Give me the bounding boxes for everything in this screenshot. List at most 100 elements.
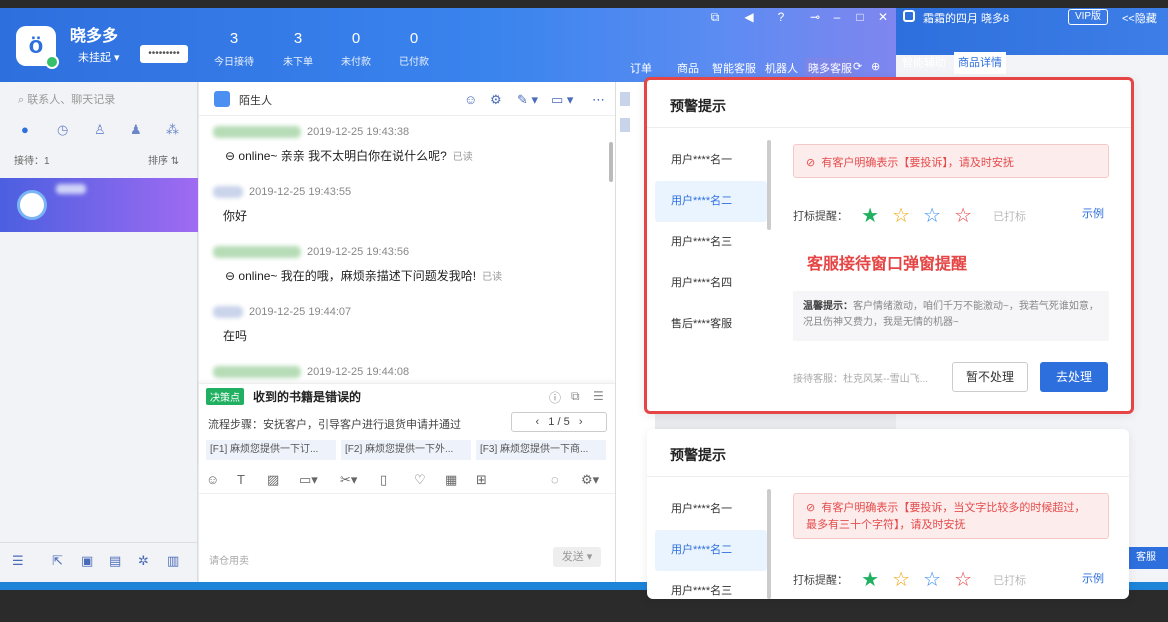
tab-smart-assist[interactable]: 智能辅助 [898, 52, 950, 74]
edit-icon[interactable]: ✎ ▾ [517, 92, 538, 108]
user-item[interactable]: 用户****名一 [655, 489, 767, 530]
list-icon[interactable]: ☰ [593, 389, 604, 403]
message-text: 你好 [223, 209, 248, 223]
copy-icon[interactable]: ⧉ [571, 389, 580, 404]
quick-reply-f2[interactable]: [F2] 麻烦您提供一下外... [341, 440, 471, 460]
chat-scrollbar[interactable] [609, 142, 613, 182]
ignore-button[interactable]: 暂不处理 [952, 362, 1028, 392]
tab-product-detail[interactable]: 商品详情 [954, 52, 1006, 74]
nav-xiaoduo-cs[interactable]: 晓多客服 [805, 58, 855, 78]
group-icon[interactable]: ♟ [130, 122, 142, 138]
scissors-icon[interactable]: ✂▾ [340, 472, 357, 488]
settings-icon[interactable]: ⚙▾ [581, 472, 599, 488]
chat-bubble-icon[interactable]: ● [21, 122, 29, 137]
star-blue-icon[interactable]: ☆ [923, 205, 941, 227]
export-icon[interactable]: ⇱ [52, 553, 63, 569]
save-icon[interactable]: ▣ [81, 553, 93, 569]
example-link[interactable]: 示例 [1082, 205, 1104, 221]
minimize-icon[interactable]: – [828, 10, 846, 24]
user-settings-icon[interactable]: ⚙ [490, 92, 502, 108]
user-item[interactable]: 用户****名四 [655, 263, 767, 304]
org-icon[interactable]: ⁂ [166, 122, 179, 138]
handle-button[interactable]: 去处理 [1040, 362, 1108, 392]
user-list-scrollbar[interactable] [767, 489, 771, 599]
heart-icon[interactable]: ♡ [414, 472, 426, 488]
card-title: 预警提示 [670, 447, 726, 463]
decision-title: 收到的书籍是错误的 [253, 390, 362, 404]
close-icon[interactable]: ✕ [874, 10, 892, 24]
star-yellow-icon[interactable]: ☆ [892, 569, 910, 591]
stat-paid[interactable]: 0 已付款 [384, 30, 444, 68]
user-item-selected[interactable]: 用户****名二 [655, 181, 767, 222]
panel-icon[interactable]: ▥ [167, 553, 179, 569]
nav-products[interactable]: 商品 [677, 60, 699, 76]
nav-smart-cs[interactable]: 智能客服 [712, 60, 756, 76]
star-blue-icon[interactable]: ☆ [923, 569, 941, 591]
stat-unordered[interactable]: 3 未下单 [268, 30, 328, 68]
star-red-icon[interactable]: ☆ [954, 569, 972, 591]
nav-orders[interactable]: 订单 [630, 60, 652, 76]
user-item[interactable]: 用户****名三 [655, 571, 767, 599]
send-button[interactable]: 发送 ▾ [553, 547, 601, 567]
menu-icon[interactable]: ☰ [12, 553, 24, 569]
quick-reply-f3[interactable]: [F3] 麻烦您提供一下商... [476, 440, 606, 460]
message-time: 2019-12-25 19:43:55 [249, 185, 352, 198]
user-list-scrollbar[interactable] [767, 140, 771, 230]
user-item[interactable]: 用户****名三 [655, 222, 767, 263]
nav-robot[interactable]: 机器人 [765, 60, 798, 76]
user-item[interactable]: 售后****客服 [655, 304, 767, 345]
more-icon[interactable]: ⋯ [592, 92, 605, 108]
reply-icon[interactable]: ◌ [551, 472, 559, 487]
divider [647, 476, 1129, 477]
info-icon[interactable]: ⓘ [549, 389, 561, 406]
maximize-icon[interactable]: □ [851, 10, 869, 24]
star-red-icon[interactable]: ☆ [954, 205, 972, 227]
emoji-icon[interactable]: ☺ [206, 472, 219, 487]
archive-icon[interactable]: ▤ [109, 553, 121, 569]
stat-value: 3 [229, 30, 239, 47]
folder-icon[interactable]: ▭▾ [299, 472, 318, 488]
agent-info: 接待客服：杜克风某--雪山飞... [793, 374, 928, 385]
password-field[interactable]: ••••••••• [140, 45, 188, 63]
text-format-icon[interactable]: T [237, 472, 245, 487]
refresh-icon[interactable]: ⟳ [853, 60, 862, 73]
pin-icon[interactable]: ⊸ [806, 10, 824, 24]
conversation-item[interactable] [0, 178, 198, 232]
hide-panel-link[interactable]: <<隐藏 [1122, 10, 1157, 26]
star-yellow-icon[interactable]: ☆ [892, 205, 910, 227]
star-green-icon[interactable]: ★ [861, 569, 879, 591]
category-icon[interactable]: ✲ [138, 553, 149, 569]
gift-icon[interactable]: ⊞ [476, 472, 487, 488]
contact-avatar [214, 91, 230, 107]
restore-icon[interactable]: ⧉ [706, 10, 724, 25]
calculator-icon[interactable]: ▦ [445, 472, 457, 488]
status-label: 未挂起 [78, 52, 111, 64]
user-item[interactable]: 用户****名一 [655, 140, 767, 181]
app-logo: ö [16, 26, 59, 69]
chat-icon[interactable]: ☺ [464, 92, 477, 107]
main-header: ö 晓多多 未挂起 ▾ ••••••••• 3 今日接待 3 未下单 0 未付款 0 已… [0, 8, 896, 82]
video-icon[interactable]: ▭ ▾ [551, 92, 573, 108]
contact-search[interactable]: ⌕ 联系人、聊天记录 [18, 91, 115, 107]
record-icon[interactable]: ▯ [380, 472, 387, 488]
status-dropdown[interactable]: 未挂起 ▾ [78, 49, 120, 65]
quick-reply-f1[interactable]: [F1] 麻烦您提供一下订... [206, 440, 336, 460]
image-icon[interactable]: ▨ [267, 472, 279, 488]
user-item-selected[interactable]: 用户****名二 [655, 530, 767, 571]
stat-today[interactable]: 3 今日接待 [204, 30, 264, 68]
help-icon[interactable]: ? [772, 10, 790, 24]
add-icon[interactable]: ⊕ [871, 60, 880, 73]
stat-unpaid[interactable]: 0 未付款 [326, 30, 386, 68]
input-placeholder[interactable]: 请仓用卖 [209, 552, 249, 567]
star-green-icon[interactable]: ★ [861, 205, 879, 227]
decision-pager[interactable]: ‹ 1 / 5 › [511, 412, 607, 432]
history-icon[interactable]: ◷ [57, 122, 68, 138]
mute-icon[interactable]: ◀ [740, 10, 758, 24]
sort-button[interactable]: 排序 ⇅ [148, 152, 179, 167]
user-icon[interactable]: ♙ [94, 122, 106, 138]
message: 2019-12-25 19:43:38 ⊖ online~ 亲亲 我不太明白你在… [213, 124, 473, 164]
example-link[interactable]: 示例 [1082, 570, 1104, 586]
popup-caption: 客服接待窗口弹窗提醒 [807, 256, 968, 273]
cs-tag[interactable]: 客服 [1124, 547, 1168, 569]
vip-badge[interactable]: VIP版 [1068, 9, 1108, 25]
